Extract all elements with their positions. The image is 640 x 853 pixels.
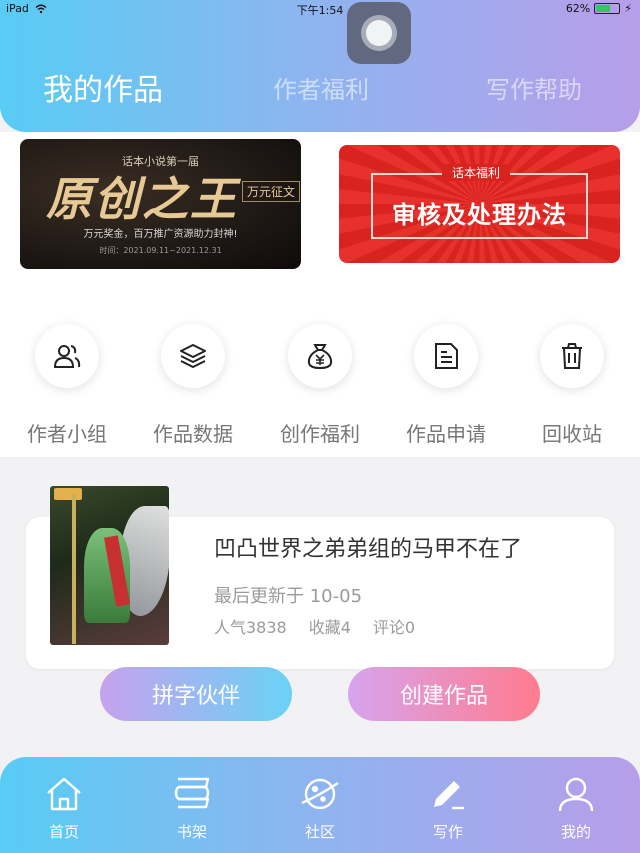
- money-bag-icon: [307, 344, 333, 370]
- tab-writing-help[interactable]: 写作帮助: [486, 70, 582, 105]
- nav-bookshelf-label: 书架: [176, 823, 207, 841]
- contest-banner-date: 时间：2021.09.11~2021.12.31: [99, 246, 222, 255]
- nav-home[interactable]: 首页: [24, 773, 104, 842]
- quick-author-group-label: 作者小组: [27, 422, 107, 446]
- header: iPad 下午1:54 62% ⚡ 我的作品 作者福利 写作帮助: [0, 0, 640, 132]
- layers-icon: [180, 344, 206, 368]
- work-title[interactable]: 凹凸世界之弟弟组的马甲不在了: [214, 531, 522, 563]
- nav-mine-label: 我的: [560, 823, 591, 841]
- top-tabs: 我的作品 作者福利 写作帮助: [0, 70, 640, 120]
- nav-community[interactable]: 社区: [280, 773, 360, 842]
- create-work-button[interactable]: 创建作品: [348, 667, 540, 721]
- quick-work-data[interactable]: 作品数据: [148, 324, 238, 447]
- quick-recycle-bin[interactable]: 回收站: [527, 324, 617, 447]
- contest-banner-title: 原创之王: [46, 172, 238, 226]
- quick-author-group[interactable]: 作者小组: [22, 324, 112, 447]
- clock: 下午1:54: [296, 4, 344, 17]
- pen-icon: [434, 781, 464, 810]
- quick-work-data-label: 作品数据: [153, 422, 233, 446]
- partner-button[interactable]: 拼字伙伴: [100, 667, 292, 721]
- bottom-nav: 首页 书架 社区 写作 我的: [0, 757, 640, 853]
- battery-percent: 62%: [565, 2, 591, 15]
- contest-banner-tag: 万元征文: [242, 181, 301, 202]
- work-cover-image[interactable]: [50, 486, 169, 645]
- nav-mine[interactable]: 我的: [536, 773, 616, 842]
- battery-icon: [594, 3, 621, 14]
- work-favorites: 收藏4: [308, 618, 351, 637]
- quick-creation-benefits[interactable]: 创作福利: [275, 324, 365, 447]
- work-last-updated: 最后更新于 10-05: [214, 586, 363, 607]
- work-comments: 评论0: [372, 618, 416, 637]
- notice-banner[interactable]: 话本福利 审核及处理办法: [339, 145, 620, 263]
- work-stats: 人气3838 收藏4 评论0: [214, 614, 415, 638]
- nav-write[interactable]: 写作: [408, 773, 488, 842]
- status-bar: iPad 下午1:54 62% ⚡: [0, 0, 640, 18]
- people-icon: [53, 345, 81, 368]
- charging-icon: ⚡: [624, 2, 632, 15]
- nav-home-label: 首页: [48, 823, 79, 841]
- document-icon: [435, 343, 458, 369]
- trash-icon: [562, 343, 582, 369]
- nav-bookshelf[interactable]: 书架: [152, 773, 232, 842]
- quick-work-application-label: 作品申请: [406, 422, 486, 446]
- quick-recycle-bin-label: 回收站: [542, 422, 602, 446]
- notice-banner-title: 审核及处理办法: [392, 201, 567, 229]
- contest-banner[interactable]: 话本小说第一届 原创之王 万元征文 万元奖金，百万推广资源助力封神! 时间：20…: [20, 139, 301, 269]
- notice-banner-caption: 话本福利: [442, 164, 511, 181]
- contest-banner-subtitle: 万元奖金，百万推广资源助力封神!: [83, 229, 238, 240]
- work-popularity: 人气3838: [214, 618, 287, 637]
- quick-work-application[interactable]: 作品申请: [401, 324, 491, 447]
- assistive-touch-button[interactable]: [347, 2, 411, 64]
- bookshelf-icon: [174, 777, 210, 809]
- planet-icon: [301, 778, 339, 810]
- home-icon: [47, 777, 81, 811]
- main-content: 话本小说第一届 原创之王 万元征文 万元奖金，百万推广资源助力封神! 时间：20…: [0, 132, 640, 457]
- user-icon: [558, 777, 594, 812]
- tab-author-benefits[interactable]: 作者福利: [273, 70, 369, 105]
- nav-write-label: 写作: [432, 823, 463, 841]
- nav-community-label: 社区: [304, 823, 335, 841]
- quick-creation-benefits-label: 创作福利: [280, 422, 360, 446]
- tab-my-works[interactable]: 我的作品: [43, 65, 163, 109]
